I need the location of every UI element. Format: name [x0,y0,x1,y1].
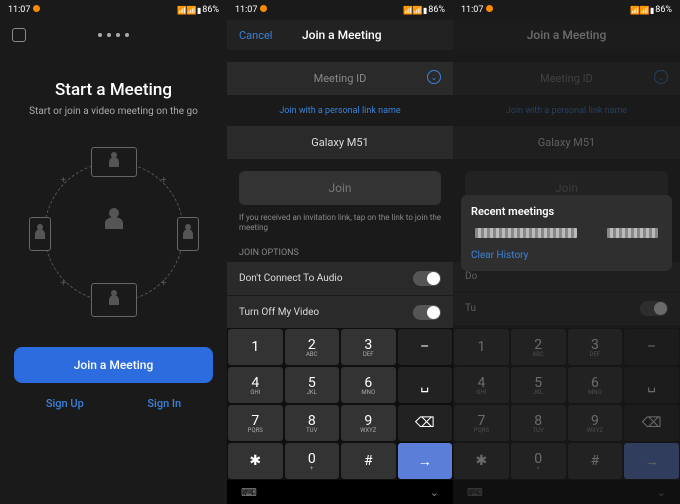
toggle-switch[interactable] [413,305,441,320]
join-button[interactable]: Join [239,171,441,205]
key-9[interactable]: 9WXYZ [568,405,623,441]
key-7[interactable]: 7PQRS [228,405,283,441]
keyboard-collapse-icon: ⌄ [657,486,666,499]
key-6[interactable]: 6MNO [568,367,623,403]
page-subtitle: Start or join a video meeting on the go [29,106,198,117]
key-✱[interactable]: ✱ [228,443,283,479]
key-3[interactable]: 3DEF [341,329,396,365]
key-1[interactable]: 1 [454,329,509,365]
key-–[interactable]: – [398,329,453,365]
keyboard-mode-icon: ⌨ [467,486,483,499]
hint-text: If you received an invitation link, tap … [227,213,453,244]
meeting-id-input: Meeting ID ⌄ [453,62,680,95]
recent-meeting-item[interactable] [607,228,658,238]
key-␣[interactable]: ␣ [398,367,453,403]
key-6[interactable]: 6MNO [341,367,396,403]
key-→[interactable]: → [398,443,453,479]
key-✱[interactable]: ✱ [454,443,509,479]
page-dots [98,33,129,37]
clear-history-link[interactable]: Clear History [471,250,662,261]
chevron-down-icon: ⌄ [654,70,668,84]
key-2[interactable]: 2ABC [285,329,340,365]
personal-link-toggle[interactable]: Join with a personal link name [227,96,453,126]
popup-title: Recent meetings [471,205,662,218]
audio-toggle-row[interactable]: Don't Connect To Audio [227,262,453,295]
key-⌫[interactable]: ⌫ [624,405,679,441]
gear-icon[interactable] [12,28,26,42]
key-␣[interactable]: ␣ [624,367,679,403]
meeting-diagram: + + + + [29,147,199,317]
options-label: JOIN OPTIONS [227,244,453,262]
page-title: Start a Meeting [55,80,172,100]
numeric-keypad: 12ABC3DEF– 4GHI5JKL6MNO␣ 7PQRS8TUV9WXYZ⌫… [227,328,453,504]
recent-meeting-item[interactable] [475,228,577,238]
key-#[interactable]: # [568,443,623,479]
header-title: Join a Meeting [242,28,441,42]
status-bar: 11:07 📶 📶 ▮ 86% [0,0,227,20]
key-4[interactable]: 4GHI [228,367,283,403]
sign-up-link[interactable]: Sign Up [46,397,84,410]
numeric-keypad: 12ABC3DEF– 4GHI5JKL6MNO␣ 7PQRS8TUV9WXYZ⌫… [453,328,680,504]
key-0[interactable]: 0+ [511,443,566,479]
display-name-input: Galaxy M51 [453,126,680,159]
key-8[interactable]: 8TUV [285,405,340,441]
video-toggle-row[interactable]: Turn Off My Video [227,296,453,329]
keyboard-collapse-icon[interactable]: ⌄ [430,486,439,499]
meeting-id-input[interactable]: Meeting ID ⌄ [227,62,453,95]
recent-meetings-popup: Recent meetings Clear History [461,195,672,271]
status-bar: 11:07 📶 📶 ▮ 86% [453,0,680,20]
join-meeting-button[interactable]: Join a Meeting [14,347,213,383]
key-#[interactable]: # [341,443,396,479]
key-4[interactable]: 4GHI [454,367,509,403]
key-5[interactable]: 5JKL [511,367,566,403]
status-bar: 11:07 📶 📶 ▮ 86% [227,0,453,20]
header-title: Join a Meeting [465,28,668,42]
key-7[interactable]: 7PQRS [454,405,509,441]
key-2[interactable]: 2ABC [511,329,566,365]
chevron-down-icon[interactable]: ⌄ [427,70,441,84]
key-–[interactable]: – [624,329,679,365]
display-name-input[interactable]: Galaxy M51 [227,126,453,159]
keyboard-mode-icon[interactable]: ⌨ [241,486,257,499]
key-⌫[interactable]: ⌫ [398,405,453,441]
key-→[interactable]: → [624,443,679,479]
sign-in-link[interactable]: Sign In [147,397,181,410]
key-0[interactable]: 0+ [285,443,340,479]
toggle-switch[interactable] [413,271,441,286]
key-1[interactable]: 1 [228,329,283,365]
key-8[interactable]: 8TUV [511,405,566,441]
key-9[interactable]: 9WXYZ [341,405,396,441]
key-3[interactable]: 3DEF [568,329,623,365]
key-5[interactable]: 5JKL [285,367,340,403]
personal-link-toggle: Join with a personal link name [453,96,680,126]
